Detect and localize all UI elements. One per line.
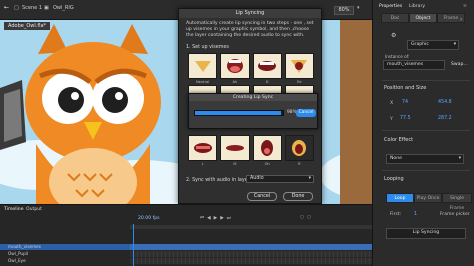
width-value[interactable]: 454.8 [438, 100, 452, 105]
chevron-down-icon: ▾ [308, 176, 311, 181]
viseme-thumbnail[interactable] [220, 135, 250, 161]
breadcrumb-symbol[interactable]: Owl_RIG [53, 5, 74, 11]
instance-name-field[interactable]: mouth_visemes [383, 60, 445, 70]
height-value[interactable]: 287.2 [438, 116, 452, 121]
progress-bar [194, 110, 284, 116]
dialog-title: Lip Syncing [179, 9, 321, 18]
layer-frames[interactable] [130, 258, 372, 264]
loop-option-play-once[interactable]: Play Once [414, 193, 442, 203]
chevron-down-icon[interactable]: ▾ [357, 5, 360, 11]
first-frame-value[interactable]: 1 [414, 212, 417, 217]
document-tab[interactable]: Adobe_Owl.fla* [4, 22, 51, 30]
viseme-thumbnail[interactable] [252, 135, 282, 161]
section-looping[interactable]: Looping [384, 176, 404, 182]
viseme-thumbnail[interactable] [188, 135, 218, 161]
chevron-down-icon: ▾ [453, 42, 456, 47]
audio-layer-select[interactable]: Audio ▾ [246, 175, 314, 183]
divider [382, 170, 470, 171]
viseme-grid-row-3: L M Oh R [188, 135, 314, 166]
owl-character [25, 24, 161, 204]
viseme-thumbnail[interactable] [284, 53, 314, 79]
playback-controls[interactable]: ⏮◀▶▶⏭ [200, 215, 234, 221]
swap-button[interactable]: Swap... [451, 62, 468, 67]
viseme-thumbnail[interactable] [252, 53, 282, 79]
chevron-down-icon: ▾ [458, 156, 461, 161]
tab-library[interactable]: Library [409, 4, 425, 9]
dialog-description: Automatically create lip syncing in two … [186, 21, 314, 38]
viseme-label: M [233, 162, 237, 166]
loop-option-loop[interactable]: Loop [386, 193, 414, 203]
properties-panel: Properties Library ≡ Doc Object Frame ⚙ … [372, 0, 474, 266]
frame-picker-button[interactable]: Frame picker [440, 212, 470, 217]
step-one-label: 1. Set up visemes [186, 45, 229, 50]
divider [382, 130, 470, 131]
creating-lip-sync-dialog: Creating Lip Sync 98% Cancel [188, 93, 318, 129]
lip-syncing-button[interactable]: Lip Syncing [386, 228, 466, 239]
instance-of-label: Instance of: [385, 54, 410, 59]
step-two-label: 2. Sync with audio in layer: [186, 178, 252, 183]
zoom-field[interactable]: 80% [334, 6, 354, 15]
layer-name: Owl_Eye [8, 258, 26, 263]
viseme-thumbnail[interactable] [284, 135, 314, 161]
breadcrumb-scene[interactable]: Scene 1 [22, 5, 42, 11]
audio-layer-value: Audio [250, 176, 264, 181]
cancel-button[interactable]: Cancel [247, 192, 277, 201]
tab-timeline[interactable]: Timeline [4, 207, 24, 212]
viseme-label: Oh [264, 162, 270, 166]
progress-cancel-button[interactable]: Cancel [296, 109, 316, 117]
section-color-effect[interactable]: Color Effect [384, 137, 413, 143]
done-button[interactable]: Done [283, 192, 313, 201]
onion-skin-icon[interactable]: ○○ [300, 215, 314, 220]
section-position-and-size[interactable]: Position and Size [384, 85, 426, 91]
viseme-thumbnail[interactable] [188, 53, 218, 79]
tab-properties[interactable]: Properties [379, 4, 402, 9]
viseme-label: Neutral [195, 80, 210, 84]
menu-icon[interactable]: ≡ [463, 4, 467, 9]
tree-trunk [340, 20, 372, 204]
viseme-grid-row-1: Neutral Ah D Ee [188, 53, 314, 84]
color-effect-value: None [390, 156, 402, 161]
scene-icon: □ [14, 5, 19, 11]
symbol-icon: ▣ [44, 5, 49, 11]
symbol-type-select[interactable]: Graphic ▾ [407, 40, 459, 50]
tab-output[interactable]: Output [26, 207, 42, 212]
color-effect-select[interactable]: None ▾ [386, 154, 464, 164]
divider [382, 80, 470, 81]
tab-object[interactable]: Object [409, 13, 437, 23]
arrow-left-icon[interactable]: ← [4, 4, 9, 11]
graphic-symbol-icon: ⚙ [391, 32, 397, 39]
viseme-label: D [265, 80, 269, 84]
layer-frames[interactable] [130, 251, 372, 257]
tab-doc[interactable]: Doc [381, 13, 409, 23]
viseme-label: L [201, 162, 204, 166]
first-frame-label: First: [390, 212, 402, 217]
viseme-thumbnail[interactable] [220, 53, 250, 79]
layer-row[interactable]: Owl_Eye [0, 258, 372, 264]
progress-fill [195, 111, 282, 115]
x-value[interactable]: 74 [402, 100, 408, 105]
frame-ruler[interactable] [130, 225, 372, 229]
symbol-type-value: Graphic [411, 42, 429, 47]
layer-row[interactable]: mouth_visemes [0, 244, 372, 250]
progress-title: Creating Lip Sync [189, 94, 317, 101]
y-value[interactable]: 77.5 [400, 116, 411, 121]
x-label: X [390, 101, 394, 106]
layer-name: mouth_visemes [8, 244, 41, 249]
collapse-icon[interactable]: › [460, 16, 462, 23]
viseme-label: R [298, 162, 301, 166]
playhead[interactable] [133, 224, 134, 266]
loop-option-single-frame[interactable]: Single Frame [442, 193, 472, 211]
viseme-label: Ah [232, 80, 238, 84]
viseme-label: Ee [297, 80, 302, 84]
fps-value[interactable]: 20.00 fps [138, 216, 160, 221]
layer-name: Owl_Pupil [8, 251, 29, 256]
layer-frames[interactable] [130, 244, 372, 250]
layer-row[interactable]: Owl_Pupil [0, 251, 372, 257]
y-label: Y [390, 117, 393, 122]
